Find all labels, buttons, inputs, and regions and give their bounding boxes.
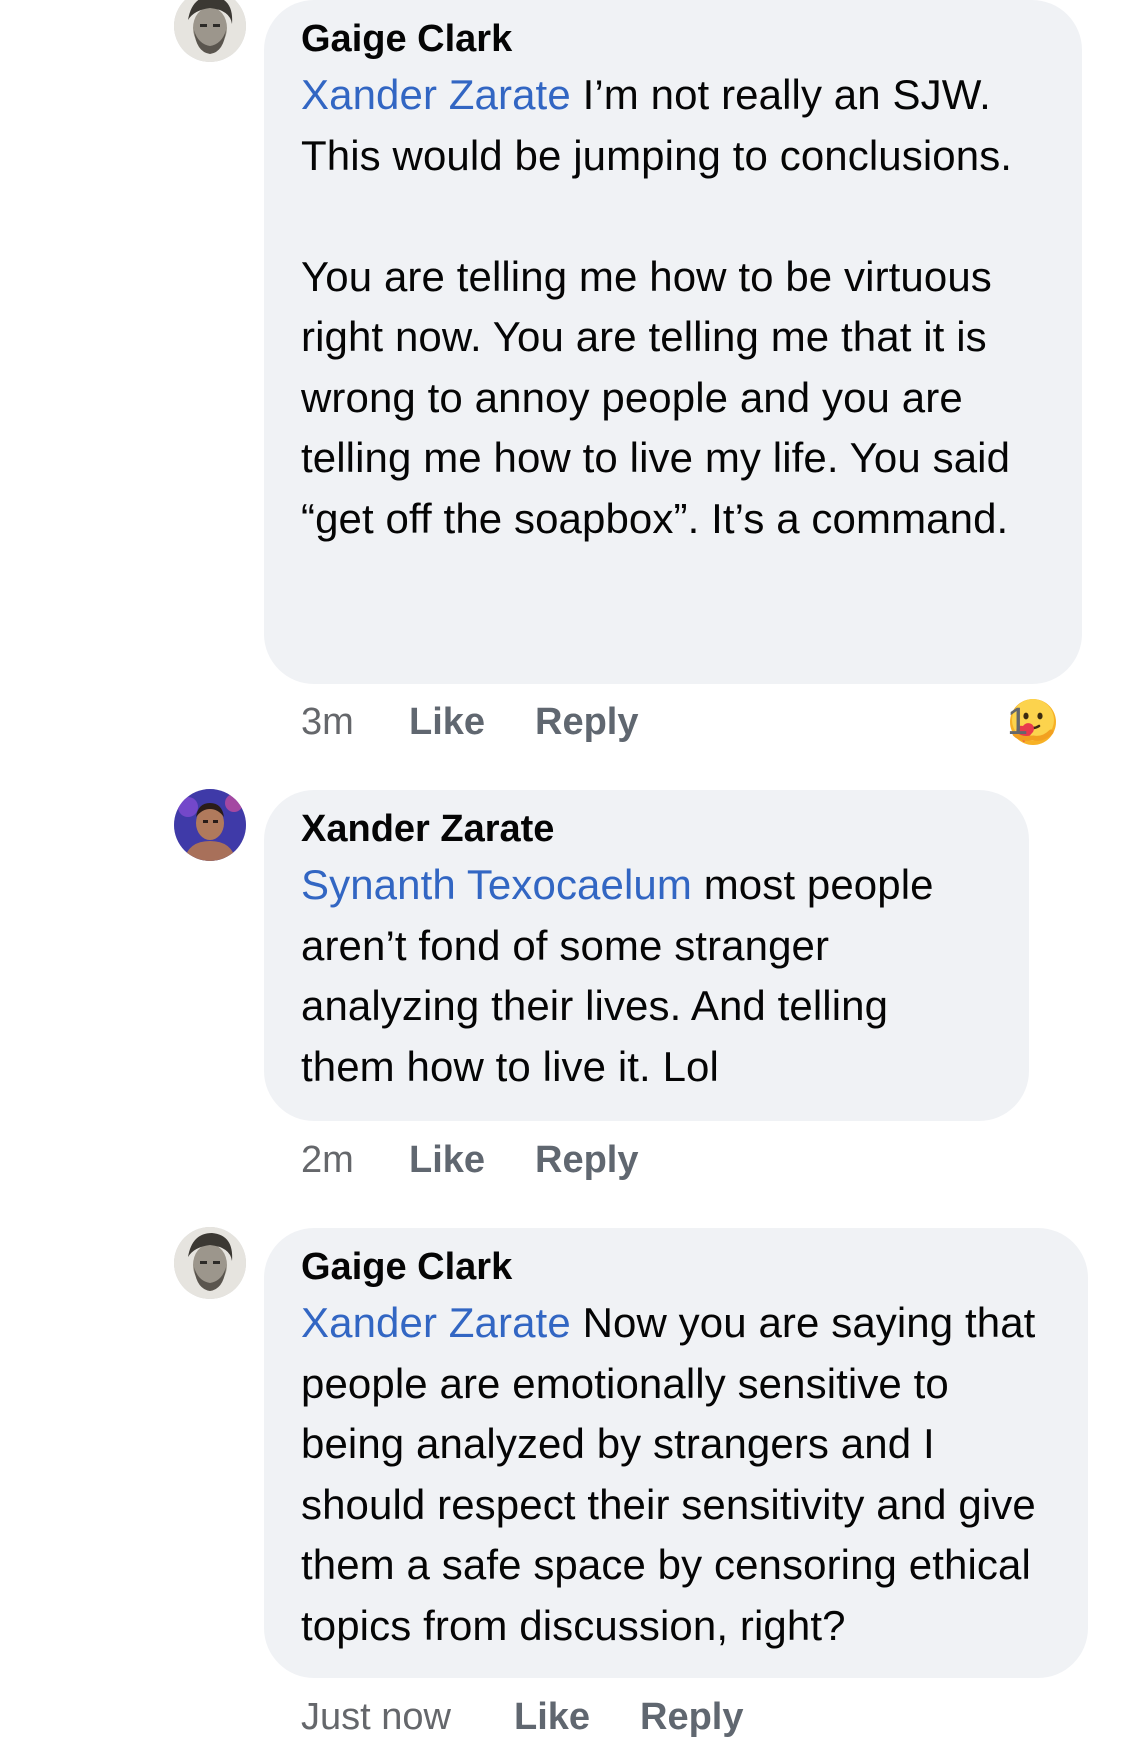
mention-link[interactable]: Xander Zarate bbox=[301, 1299, 571, 1346]
comment-author[interactable]: Xander Zarate bbox=[301, 807, 991, 851]
mention-link[interactable]: Synanth Texocaelum bbox=[301, 861, 692, 908]
like-button[interactable]: Like bbox=[514, 1692, 590, 1742]
comment-timestamp: Just now bbox=[301, 1696, 451, 1738]
comment-body: I’m not really an SJW. This would be jum… bbox=[301, 71, 1013, 542]
comment-text: Xander Zarate Now you are saying that pe… bbox=[301, 1293, 1050, 1656]
mention-link[interactable]: Xander Zarate bbox=[301, 71, 571, 118]
comment-text: Synanth Texocaelum most people aren’t fo… bbox=[301, 855, 991, 1097]
user-photo-icon bbox=[174, 0, 246, 62]
avatar[interactable] bbox=[174, 0, 246, 62]
comment-text: Xander Zarate I’m not really an SJW. Thi… bbox=[301, 65, 1044, 549]
reply-button[interactable]: Reply bbox=[535, 697, 638, 747]
avatar[interactable] bbox=[174, 1227, 246, 1299]
comment-timestamp: 2m bbox=[301, 1139, 354, 1181]
reply-button[interactable]: Reply bbox=[640, 1692, 743, 1742]
comment-actions: 2m Like Reply bbox=[301, 1135, 801, 1185]
comment-bubble: Xander Zarate Synanth Texocaelum most pe… bbox=[264, 790, 1029, 1121]
comment-bubble: Gaige Clark Xander Zarate Now you are sa… bbox=[264, 1228, 1088, 1678]
user-photo-icon bbox=[174, 789, 246, 861]
comment-timestamp: 3m bbox=[301, 701, 354, 743]
comment-author[interactable]: Gaige Clark bbox=[301, 1245, 1050, 1289]
comment-author[interactable]: Gaige Clark bbox=[301, 17, 1044, 61]
comment-actions: 3m Like Reply 1 bbox=[301, 697, 1101, 747]
user-photo-icon bbox=[174, 1227, 246, 1299]
reaction-count: 1 bbox=[1007, 701, 1029, 743]
comment-bubble: Gaige Clark Xander Zarate I’m not really… bbox=[264, 0, 1082, 684]
reaction-summary[interactable]: 1 bbox=[1007, 697, 1059, 747]
reply-button[interactable]: Reply bbox=[535, 1135, 638, 1185]
comment-body: Now you are saying that people are emoti… bbox=[301, 1299, 1048, 1649]
like-button[interactable]: Like bbox=[409, 1135, 485, 1185]
comment-actions: Just now Like Reply bbox=[301, 1692, 801, 1742]
like-button[interactable]: Like bbox=[409, 697, 485, 747]
avatar[interactable] bbox=[174, 789, 246, 861]
